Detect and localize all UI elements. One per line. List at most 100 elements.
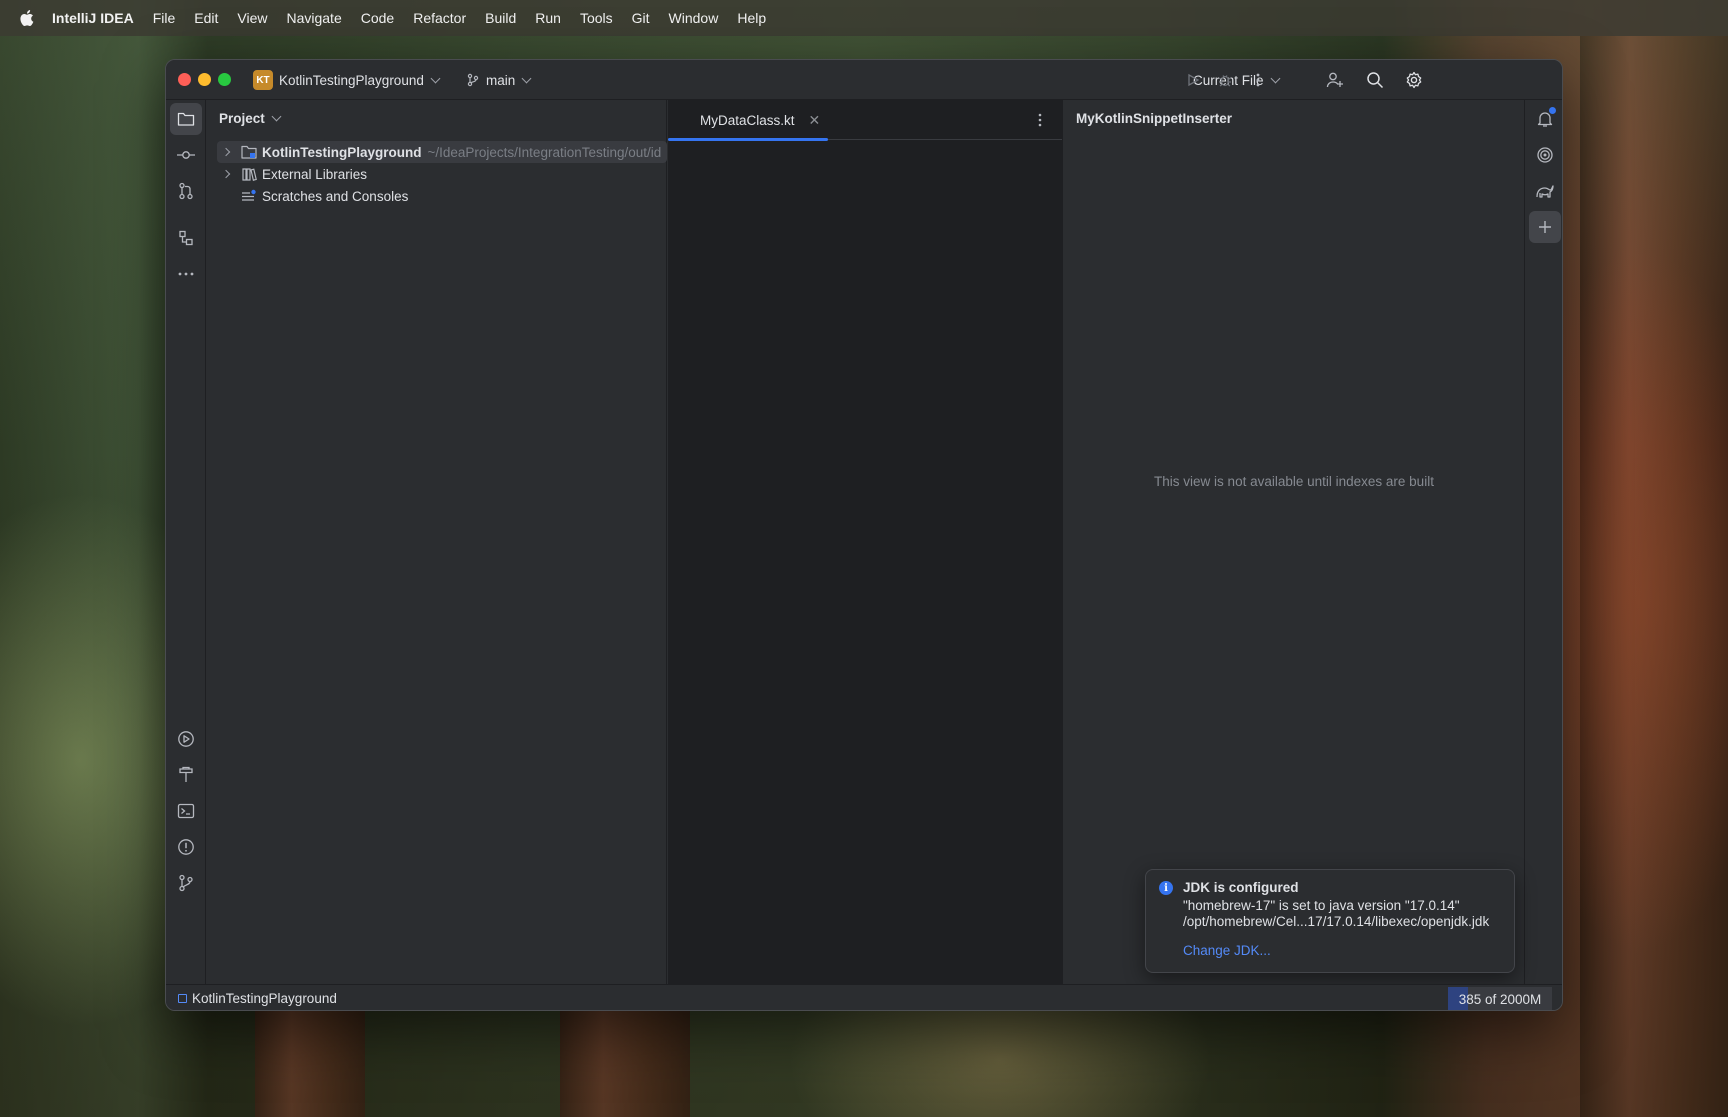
search-icon <box>1367 72 1384 89</box>
ai-assistant-button[interactable] <box>1529 139 1561 171</box>
more-vertical-icon <box>1038 113 1042 127</box>
folder-icon <box>177 112 195 126</box>
expand-arrow-icon[interactable] <box>221 147 231 157</box>
jdk-notification-balloon: i JDK is configured "homebrew-17" is set… <box>1145 869 1515 973</box>
bug-icon <box>1218 75 1232 87</box>
menu-navigate[interactable]: Navigate <box>286 10 341 26</box>
project-name: KotlinTestingPlayground <box>279 72 424 88</box>
build-tool-button[interactable] <box>170 759 202 791</box>
gear-icon <box>1406 71 1422 89</box>
pull-request-icon <box>179 182 193 200</box>
snippet-inserter-tool-window: MyKotlinSnippetInserter This view is not… <box>1064 100 1524 984</box>
tool-window-title: MyKotlinSnippetInserter <box>1076 111 1233 126</box>
module-icon <box>178 994 187 1003</box>
menu-refactor[interactable]: Refactor <box>413 10 466 26</box>
notification-badge <box>1549 107 1556 114</box>
add-tool-window-button[interactable] <box>1529 211 1561 243</box>
macos-menu-bar: IntelliJ IDEA File Edit View Navigate Co… <box>0 0 1728 36</box>
spiral-icon <box>1537 147 1553 163</box>
terminal-icon <box>177 803 195 819</box>
breadcrumb[interactable]: KotlinTestingPlayground <box>178 991 337 1006</box>
editor-area[interactable]: MyDataClass.kt ✕ <box>668 100 1063 984</box>
pull-requests-tool-button[interactable] <box>170 175 202 207</box>
elephant-icon <box>1536 185 1554 198</box>
run-button[interactable] <box>1181 68 1205 92</box>
add-user-icon <box>1326 72 1343 88</box>
menu-window[interactable]: Window <box>669 10 719 26</box>
window-minimize-button[interactable] <box>198 73 211 86</box>
project-widget[interactable]: KT KotlinTestingPlayground <box>253 69 441 91</box>
menu-build[interactable]: Build <box>485 10 516 26</box>
apple-logo-icon[interactable] <box>18 9 34 27</box>
more-vertical-icon <box>1256 73 1260 87</box>
menu-view[interactable]: View <box>237 10 267 26</box>
menu-edit[interactable]: Edit <box>194 10 218 26</box>
services-icon <box>178 731 194 747</box>
project-view-selector[interactable]: Project <box>219 111 282 126</box>
play-icon <box>1188 73 1200 87</box>
ide-window: KT KotlinTestingPlayground main Current … <box>165 59 1563 1011</box>
tree-item-project-root[interactable]: KotlinTestingPlayground ~/IdeaProjects/I… <box>217 141 667 163</box>
editor-tab-bar: MyDataClass.kt ✕ <box>668 100 1062 141</box>
window-zoom-button[interactable] <box>218 73 231 86</box>
tree-item-label: Scratches and Consoles <box>262 188 409 204</box>
structure-icon <box>179 230 193 246</box>
expand-arrow-icon[interactable] <box>221 169 231 179</box>
project-tool-button[interactable] <box>170 103 202 135</box>
chevron-down-icon <box>1270 73 1280 83</box>
branch-name: main <box>486 72 516 88</box>
chevron-down-icon <box>271 111 282 122</box>
change-jdk-link[interactable]: Change JDK... <box>1183 943 1271 958</box>
menu-tools[interactable]: Tools <box>580 10 613 26</box>
editor-tab[interactable]: MyDataClass.kt ✕ <box>668 100 828 141</box>
structure-tool-button[interactable] <box>170 222 202 254</box>
editor-tab-label: MyDataClass.kt <box>700 112 795 128</box>
project-tool-window: Project KotlinTestingPlayground ~/IdeaPr… <box>207 100 667 984</box>
problems-tool-button[interactable] <box>170 831 202 863</box>
gradle-tool-button[interactable] <box>1529 175 1561 207</box>
left-tool-stripe <box>166 100 206 984</box>
library-icon <box>241 167 257 181</box>
menu-run[interactable]: Run <box>535 10 561 26</box>
chevron-down-icon <box>430 73 441 83</box>
debug-button[interactable] <box>1213 68 1237 92</box>
search-everywhere-button[interactable] <box>1363 68 1387 92</box>
more-actions-button[interactable] <box>1246 68 1270 92</box>
git-tool-button[interactable] <box>170 867 202 899</box>
memory-indicator[interactable]: 385 of 2000M <box>1448 987 1552 1010</box>
menu-file[interactable]: File <box>153 10 176 26</box>
terminal-tool-button[interactable] <box>170 795 202 827</box>
menu-code[interactable]: Code <box>361 10 394 26</box>
menu-help[interactable]: Help <box>737 10 766 26</box>
settings-button[interactable] <box>1402 68 1426 92</box>
git-branch-icon <box>179 874 193 892</box>
title-bar: KT KotlinTestingPlayground main Current … <box>166 60 1562 100</box>
right-tool-stripe <box>1524 100 1562 984</box>
services-tool-button[interactable] <box>170 723 202 755</box>
code-with-me-button[interactable] <box>1323 68 1347 92</box>
tree-item-label: External Libraries <box>262 166 368 182</box>
hammer-icon <box>179 766 193 782</box>
plus-icon <box>1539 221 1551 233</box>
tree-item-scratches[interactable]: Scratches and Consoles <box>217 185 667 207</box>
commit-tool-button[interactable] <box>170 139 202 171</box>
chevron-down-icon <box>521 73 532 83</box>
menu-git[interactable]: Git <box>632 10 650 26</box>
notification-title: JDK is configured <box>1183 880 1299 895</box>
scratches-icon <box>241 189 257 203</box>
info-icon: i <box>1159 881 1173 895</box>
menu-app-name[interactable]: IntelliJ IDEA <box>52 10 134 26</box>
notifications-button[interactable] <box>1529 103 1561 135</box>
close-icon[interactable]: ✕ <box>809 112 821 129</box>
empty-state-text: This view is not available until indexes… <box>1154 474 1434 489</box>
tab-actions-button[interactable] <box>1028 108 1052 132</box>
git-branch-icon <box>467 73 479 87</box>
project-badge: KT <box>253 70 273 90</box>
more-tool-windows-button[interactable] <box>170 258 202 290</box>
vcs-branch-widget[interactable]: main <box>466 69 532 91</box>
window-close-button[interactable] <box>178 73 191 86</box>
status-bar: KotlinTestingPlayground 385 of 2000M <box>166 984 1562 1010</box>
module-folder-icon <box>241 145 257 159</box>
tree-item-external-libraries[interactable]: External Libraries <box>217 163 667 185</box>
problems-icon <box>178 839 194 855</box>
